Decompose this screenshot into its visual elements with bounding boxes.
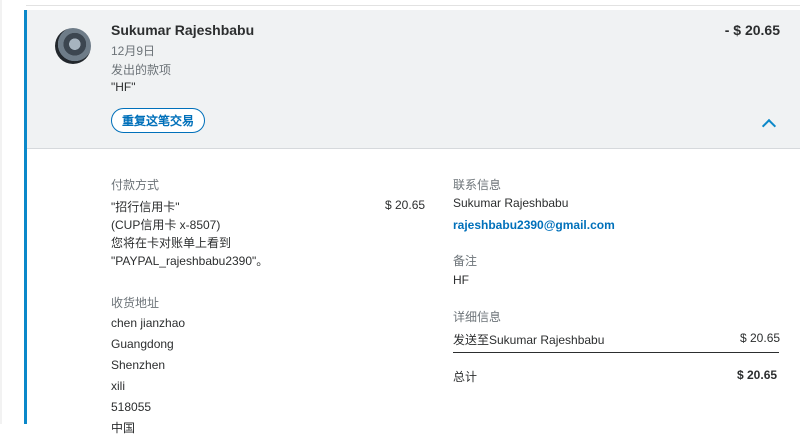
address-line: 中国 (111, 421, 136, 435)
details-heading: 详细信息 (453, 310, 502, 324)
selected-accent-bar (24, 149, 27, 424)
details-divider (453, 352, 779, 353)
transaction-type: 发出的款项 (111, 63, 172, 77)
statement-descriptor: "PAYPAL_rajeshbabu2390"。 (111, 254, 269, 268)
remark-heading: 备注 (453, 254, 478, 268)
remark-text: HF (453, 273, 469, 287)
transaction-note: "HF" (111, 80, 136, 94)
total-amount: $ 20.65 (737, 368, 778, 382)
contact-heading: 联系信息 (453, 178, 502, 192)
address-line: Shenzhen (111, 358, 166, 372)
statement-hint: 您将在卡对账单上看到 (111, 236, 232, 250)
repeat-transaction-button[interactable]: 重复这笔交易 (111, 108, 206, 133)
header-divider (27, 148, 800, 149)
contact-email-link[interactable]: rajeshbabu2390@gmail.com (453, 218, 615, 232)
details-row-label: 发送至Sukumar Rajeshbabu (453, 333, 605, 347)
details-row-amount: $ 20.65 (740, 331, 781, 345)
counterparty-name: Sukumar Rajeshbabu (111, 22, 255, 38)
address-line: 518055 (111, 400, 152, 414)
transaction-date: 12月9日 (111, 44, 156, 58)
address-line: xili (111, 379, 125, 393)
contact-name: Sukumar Rajeshbabu (453, 196, 569, 210)
card-name: "招行信用卡" (111, 200, 180, 214)
card-detail: (CUP信用卡 x-8507) (111, 218, 221, 232)
left-edge-rule (0, 0, 2, 424)
address-line: Guangdong (111, 337, 174, 351)
shipping-address-heading: 收货地址 (111, 296, 160, 310)
transaction-amount: - $ 20.65 (724, 22, 780, 38)
total-label: 总计 (453, 370, 478, 384)
payment-amount: $ 20.65 (385, 198, 426, 212)
previous-row-divider (26, 5, 800, 6)
avatar (55, 28, 91, 64)
address-line: chen jianzhao (111, 316, 186, 330)
payment-method-heading: 付款方式 (111, 178, 160, 192)
